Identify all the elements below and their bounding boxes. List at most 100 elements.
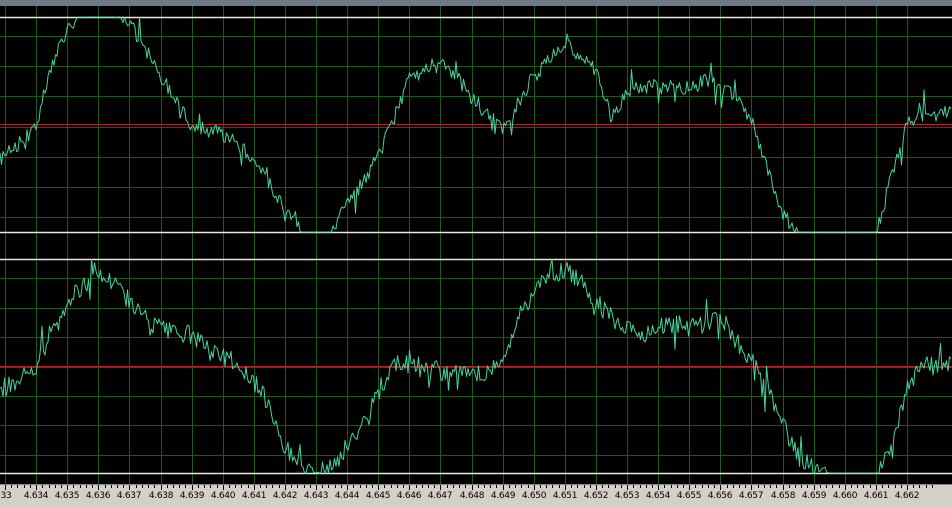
ruler-minor-tick (447, 485, 448, 488)
ruler-minor-tick (148, 485, 149, 488)
ruler-minor-tick (926, 485, 927, 488)
ruler-minor-tick (24, 485, 25, 488)
ruler-tick (285, 485, 286, 490)
ruler-minor-tick (770, 485, 771, 488)
ruler-minor-tick (123, 485, 124, 488)
ruler-minor-tick (888, 485, 889, 488)
ruler-tick (783, 485, 784, 490)
ruler-minor-tick (702, 485, 703, 488)
ruler-minor-tick (198, 485, 199, 488)
ruler-minor-tick (353, 485, 354, 488)
channel-1[interactable] (0, 16, 952, 234)
ruler-minor-tick (434, 485, 435, 488)
ruler-minor-tick (826, 485, 827, 488)
ruler-minor-tick (248, 485, 249, 488)
ruler-label: 4.635 (54, 491, 80, 501)
ruler-minor-tick (776, 485, 777, 488)
ruler-minor-tick (366, 485, 367, 488)
ruler-tick (161, 485, 162, 490)
ruler-label: 4.641 (241, 491, 267, 501)
ruler-minor-tick (30, 485, 31, 488)
ruler-minor-tick (640, 485, 641, 488)
ruler-label: 4.643 (303, 491, 329, 501)
ruler-minor-tick (839, 485, 840, 488)
channel-display[interactable] (0, 0, 952, 506)
ruler-minor-tick (478, 485, 479, 488)
ruler-minor-tick (416, 485, 417, 488)
ruler-minor-tick (42, 485, 43, 488)
ruler-label: 4.657 (738, 491, 764, 501)
ruler-minor-tick (758, 485, 759, 488)
ruler-minor-tick (695, 485, 696, 488)
ruler-label: 4.634 (23, 491, 49, 501)
ruler-tick (565, 485, 566, 490)
ruler-minor-tick (272, 485, 273, 488)
ruler-minor-tick (179, 485, 180, 488)
ruler-minor-tick (260, 485, 261, 488)
ruler-minor-tick (789, 485, 790, 488)
ruler-tick (751, 485, 752, 490)
ruler-minor-tick (546, 485, 547, 488)
ruler-minor-tick (602, 485, 603, 488)
ruler-tick (378, 485, 379, 490)
time-ruler[interactable]: 33 4.634 4.635 4.636 4.637 4.638 4.639 4.640 4.6… (0, 484, 952, 507)
ruler-tick (192, 485, 193, 490)
ruler-minor-tick (217, 485, 218, 488)
ruler-label: 4.658 (770, 491, 796, 501)
ruler-minor-tick (646, 485, 647, 488)
ruler-minor-tick (80, 485, 81, 488)
ruler-minor-tick (515, 485, 516, 488)
ruler-tick (907, 485, 908, 490)
ruler-minor-tick (552, 485, 553, 488)
ruler-minor-tick (291, 485, 292, 488)
ruler-minor-tick (403, 485, 404, 488)
ruler-label: 4.640 (210, 491, 236, 501)
ruler-minor-tick (851, 485, 852, 488)
ruler-minor-tick (590, 485, 591, 488)
ruler-minor-tick (733, 485, 734, 488)
ruler-minor-tick (341, 485, 342, 488)
ruler-minor-tick (832, 485, 833, 488)
ruler-minor-tick (111, 485, 112, 488)
ruler-minor-tick (397, 485, 398, 488)
channel-2[interactable] (0, 258, 952, 475)
ruler-label: 4.647 (427, 491, 453, 501)
ruler-minor-tick (671, 485, 672, 488)
ruler-label: 4.661 (863, 491, 889, 501)
ruler-minor-tick (167, 485, 168, 488)
ruler-minor-tick (664, 485, 665, 488)
waveform-view[interactable]: 33 4.634 4.635 4.636 4.637 4.638 4.639 4.640 4.6… (0, 0, 952, 507)
ruler-tick (845, 485, 846, 490)
ruler-tick (98, 485, 99, 490)
ruler-minor-tick (136, 485, 137, 488)
ruler-tick (472, 485, 473, 490)
ruler-minor-tick (241, 485, 242, 488)
ruler-minor-tick (727, 485, 728, 488)
ruler-minor-tick (391, 485, 392, 488)
ruler-minor-tick (360, 485, 361, 488)
ruler-minor-tick (932, 485, 933, 488)
ruler-minor-tick (795, 485, 796, 488)
ruler-tick (876, 485, 877, 490)
ruler-minor-tick (453, 485, 454, 488)
ruler-minor-tick (857, 485, 858, 488)
ruler-minor-tick (335, 485, 336, 488)
ruler-minor-tick (173, 485, 174, 488)
ruler-minor-tick (11, 485, 12, 488)
ruler-minor-tick (615, 485, 616, 488)
channel-layer[interactable] (0, 16, 952, 475)
ruler-tick (440, 485, 441, 490)
ruler-minor-tick (229, 485, 230, 488)
ruler-minor-tick (714, 485, 715, 488)
ruler-minor-tick (384, 485, 385, 488)
ruler-minor-tick (745, 485, 746, 488)
ruler-label: 4.638 (148, 491, 174, 501)
ruler-minor-tick (652, 485, 653, 488)
ruler-minor-tick (142, 485, 143, 488)
ruler-minor-tick (528, 485, 529, 488)
ruler-label: 4.660 (832, 491, 858, 501)
ruler-tick (67, 485, 68, 490)
ruler-label: 4.654 (645, 491, 671, 501)
ruler-label: 4.650 (521, 491, 547, 501)
ruler-minor-tick (297, 485, 298, 488)
